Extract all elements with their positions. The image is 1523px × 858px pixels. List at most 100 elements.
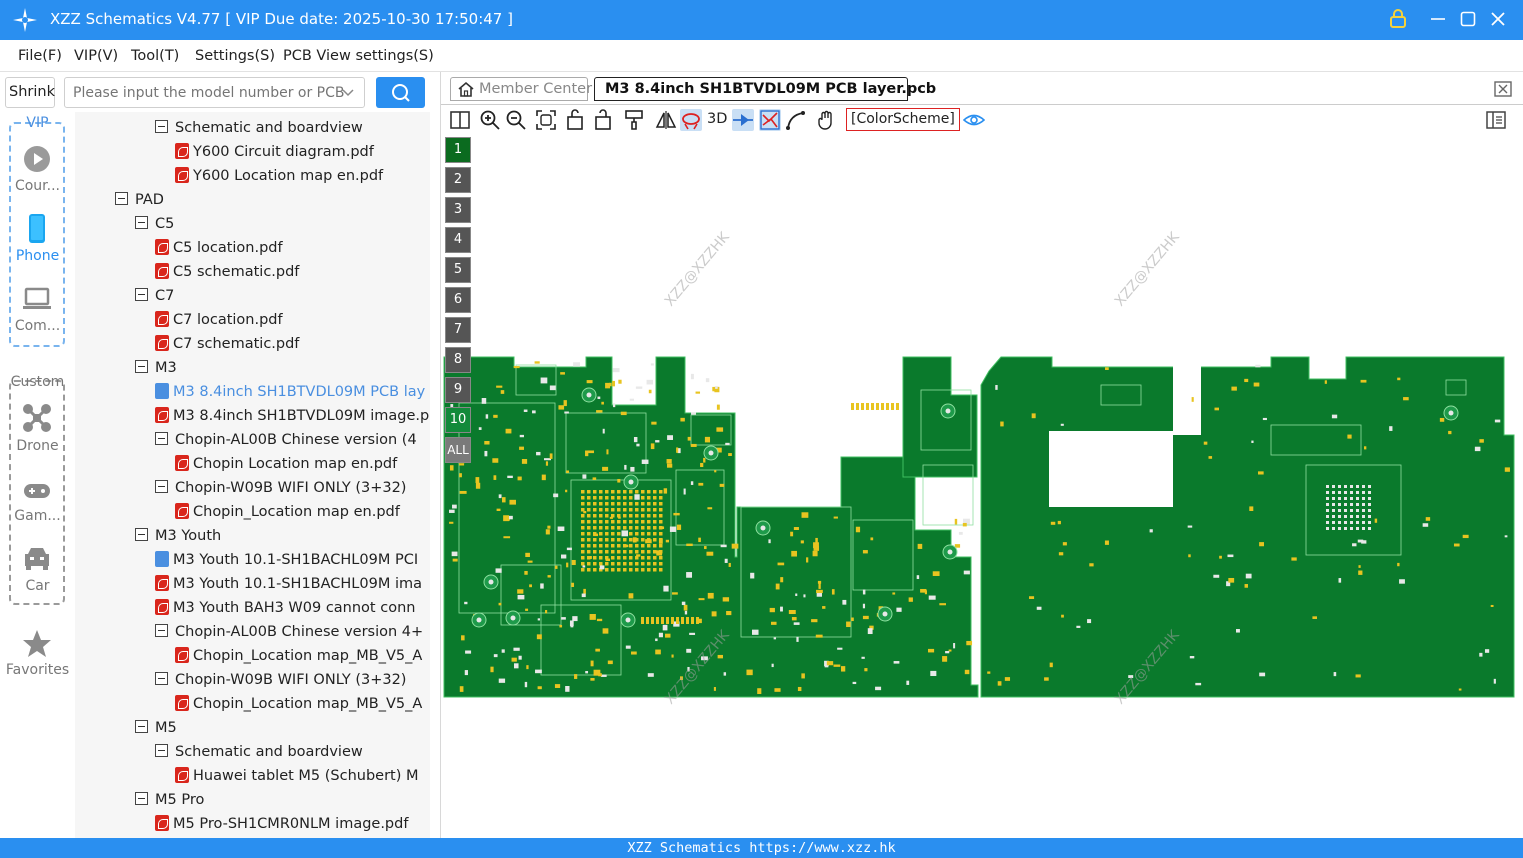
nav-drone[interactable]: Drone xyxy=(0,438,75,454)
tree-file[interactable]: C5 schematic.pdf xyxy=(155,260,299,284)
zoom-out-icon[interactable] xyxy=(505,109,527,131)
minimize-button[interactable] xyxy=(1427,9,1449,31)
tree-file[interactable]: Chopin_Location map_MB_V5_A xyxy=(175,644,422,668)
trace-icon[interactable] xyxy=(759,109,781,131)
layer-button[interactable]: 5 xyxy=(445,257,471,283)
tree-file[interactable]: C7 location.pdf xyxy=(155,308,283,332)
collapse-toggle-icon[interactable] xyxy=(155,432,168,445)
tree-file[interactable]: Chopin_Location map en.pdf xyxy=(175,500,400,524)
play-icon[interactable] xyxy=(22,144,52,174)
rotate-right-icon[interactable] xyxy=(591,109,613,131)
tree-file[interactable]: M3 8.4inch SH1BTVDL09M PCB lay xyxy=(155,380,425,404)
menu-settings[interactable]: Settings(S) xyxy=(195,48,275,64)
zoom-in-icon[interactable] xyxy=(479,109,501,131)
collapse-toggle-icon[interactable] xyxy=(135,528,148,541)
nav-favorites[interactable]: Favorites xyxy=(0,662,75,678)
nav-games[interactable]: Gam... xyxy=(0,508,75,524)
phone-icon[interactable] xyxy=(22,213,52,243)
layer-button[interactable]: 10 xyxy=(445,407,471,433)
search-button[interactable] xyxy=(376,77,425,108)
menu-vip[interactable]: VIP(V) xyxy=(74,48,118,64)
car-icon[interactable] xyxy=(22,544,52,574)
maximize-button[interactable] xyxy=(1457,9,1479,31)
fit-screen-icon[interactable] xyxy=(535,109,557,131)
pcb-board-right[interactable] xyxy=(980,356,1515,698)
pcb-canvas[interactable]: XZZ@XZZHK XZZ@XZZHK XZZ@XZZHK XZZ@XZZHK xyxy=(441,135,1523,838)
paint-icon[interactable] xyxy=(623,109,645,131)
collapse-toggle-icon[interactable] xyxy=(155,624,168,637)
tree-folder[interactable]: C5 xyxy=(135,212,174,236)
tree-file[interactable]: Chopin Location map en.pdf xyxy=(175,452,397,476)
layer-button[interactable]: 4 xyxy=(445,227,471,253)
layer-button[interactable]: 7 xyxy=(445,317,471,343)
tree-file[interactable]: M3 Youth 10.1-SH1BACHL09M ima xyxy=(155,572,422,596)
hand-icon[interactable] xyxy=(815,109,837,131)
menu-file[interactable]: File(F) xyxy=(18,48,62,64)
color-scheme-button[interactable]: [ColorScheme] xyxy=(846,108,960,131)
tree-file[interactable]: Y600 Circuit diagram.pdf xyxy=(175,140,374,164)
gamepad-icon[interactable] xyxy=(22,476,52,506)
tree-folder[interactable]: Schematic and boardview xyxy=(155,116,363,140)
tree-file[interactable]: Chopin_Location map_MB_V5_A xyxy=(175,692,422,716)
close-button[interactable] xyxy=(1487,9,1509,31)
laptop-icon[interactable] xyxy=(22,283,52,313)
layer-button[interactable]: ALL xyxy=(445,437,471,463)
nav-phone[interactable]: Phone xyxy=(0,248,75,264)
tree-file[interactable]: C5 location.pdf xyxy=(155,236,283,260)
collapse-toggle-icon[interactable] xyxy=(135,720,148,733)
3d-view-button[interactable]: 3D xyxy=(707,111,727,127)
route-icon[interactable] xyxy=(785,109,807,131)
close-tab-icon[interactable] xyxy=(1493,80,1513,98)
collapse-toggle-icon[interactable] xyxy=(135,792,148,805)
tree-folder[interactable]: M3 Youth xyxy=(135,524,221,548)
layer-button[interactable]: 3 xyxy=(445,197,471,223)
layer-button[interactable]: 9 xyxy=(445,377,471,403)
drone-icon[interactable] xyxy=(22,403,52,433)
rotate-left-icon[interactable] xyxy=(565,109,587,131)
side-panel-icon[interactable] xyxy=(1485,109,1507,131)
net-highlight-icon[interactable] xyxy=(680,109,702,131)
pcb-board-left-top-tab[interactable] xyxy=(902,356,978,478)
tree-folder[interactable]: M3 xyxy=(135,356,177,380)
eye-icon[interactable] xyxy=(963,109,985,131)
probe-icon[interactable] xyxy=(732,109,754,131)
nav-courses[interactable]: Cour... xyxy=(0,178,75,194)
tree-folder[interactable]: C7 xyxy=(135,284,174,308)
pcb-board[interactable] xyxy=(443,356,1515,698)
layer-button[interactable]: 1 xyxy=(445,137,471,163)
tree-folder[interactable]: Chopin-W09B WIFI ONLY (3+32) xyxy=(155,668,406,692)
tree-folder[interactable]: Chopin-AL00B Chinese version 4+ xyxy=(155,620,423,644)
collapse-toggle-icon[interactable] xyxy=(135,360,148,373)
menu-pcb-view-settings[interactable]: PCB View settings(S) xyxy=(283,48,434,64)
tree-folder[interactable]: M5 Pro xyxy=(135,788,204,812)
chevron-down-icon[interactable] xyxy=(340,84,356,100)
tree-folder[interactable]: Chopin-AL00B Chinese version (4 xyxy=(155,428,417,452)
collapse-toggle-icon[interactable] xyxy=(155,744,168,757)
layer-button[interactable]: 8 xyxy=(445,347,471,373)
search-input[interactable] xyxy=(64,77,365,108)
tree-file[interactable]: M3 8.4inch SH1BTVDL09M image.p xyxy=(155,404,429,428)
layer-button[interactable]: 2 xyxy=(445,167,471,193)
tab-pcb-file[interactable]: M3 8.4inch SH1BTVDL09M PCB layer.pcb xyxy=(594,77,936,101)
flip-icon[interactable] xyxy=(655,109,677,131)
split-view-icon[interactable] xyxy=(449,109,471,131)
collapse-toggle-icon[interactable] xyxy=(135,288,148,301)
tree-file[interactable]: M3 Youth 10.1-SH1BACHL09M PCI xyxy=(155,548,418,572)
collapse-toggle-icon[interactable] xyxy=(155,480,168,493)
tree-folder[interactable]: Chopin-W09B WIFI ONLY (3+32) xyxy=(155,476,406,500)
tree-file[interactable]: M5 Pro-SH1CMR0NLM image.pdf xyxy=(155,812,408,836)
tree-folder[interactable]: PAD xyxy=(115,188,164,212)
tree-folder[interactable]: Schematic and boardview xyxy=(155,740,363,764)
tree-file[interactable]: Huawei tablet M5 (Schubert) M xyxy=(175,764,419,788)
collapse-toggle-icon[interactable] xyxy=(135,216,148,229)
nav-computer[interactable]: Com... xyxy=(0,318,75,334)
shrink-button[interactable]: Shrink xyxy=(5,77,55,108)
tree-folder[interactable]: M5 xyxy=(135,716,177,740)
menu-tool[interactable]: Tool(T) xyxy=(131,48,179,64)
tree-file[interactable]: C7 schematic.pdf xyxy=(155,332,299,356)
star-icon[interactable] xyxy=(22,629,52,659)
nav-car[interactable]: Car xyxy=(0,578,75,594)
collapse-toggle-icon[interactable] xyxy=(155,672,168,685)
lock-icon[interactable] xyxy=(1387,9,1409,31)
layer-button[interactable]: 6 xyxy=(445,287,471,313)
